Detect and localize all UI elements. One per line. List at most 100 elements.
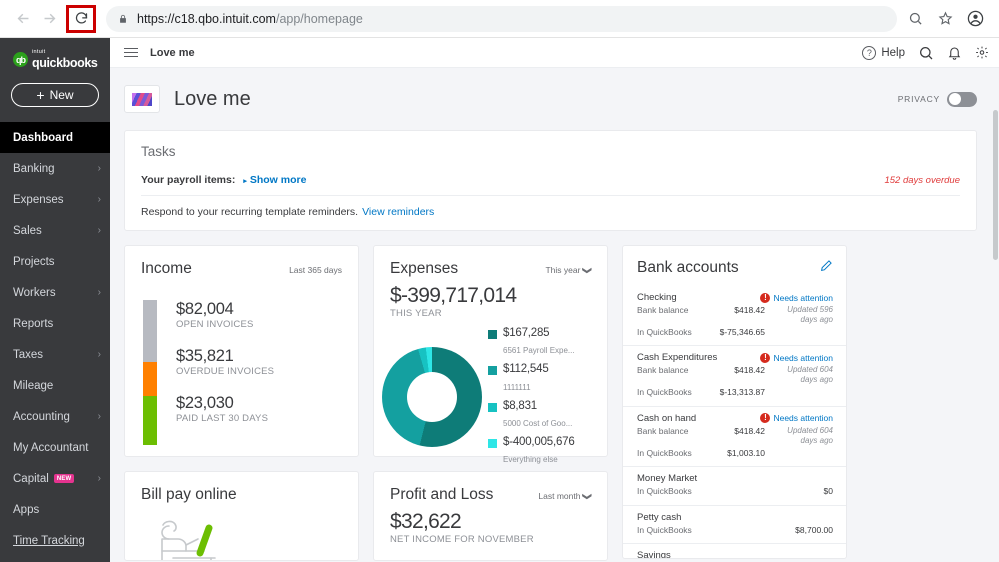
search-icon[interactable] — [918, 45, 934, 61]
expenses-card-header: Expenses This year❯ — [374, 246, 607, 278]
legend-item[interactable]: $167,285 6561 Payroll Expe... — [488, 327, 575, 358]
expenses-title: Expenses — [390, 260, 458, 278]
legend-item[interactable]: $112,545 1111111 — [488, 363, 575, 394]
bank-account-row[interactable]: Petty cash In QuickBooks $8,700.00 — [623, 505, 846, 543]
bank-balance-label: Bank balance — [637, 365, 711, 385]
legend-swatch — [488, 330, 497, 339]
bar-segment-paid-last-30-days — [143, 396, 157, 445]
sidebar-item-capital[interactable]: Capital NEW › — [0, 463, 110, 494]
needs-attention-badge[interactable]: ! Needs attention — [760, 293, 833, 303]
income-amount: $23,030 — [176, 394, 274, 413]
needs-attention-badge[interactable]: ! Needs attention — [760, 413, 833, 423]
page-title: Love me — [174, 88, 251, 111]
legend-item[interactable]: $8,831 5000 Cost of Goo... — [488, 400, 575, 431]
browser-actions — [901, 5, 989, 33]
income-row[interactable]: $35,821 OVERDUE INVOICES — [176, 347, 274, 377]
page-scrollbar[interactable] — [993, 110, 998, 260]
forward-icon[interactable] — [36, 6, 62, 32]
bank-account-row[interactable]: Cash on hand ! Needs attention Bank bala… — [623, 406, 846, 466]
sidebar-item-expenses[interactable]: Expenses › — [0, 184, 110, 215]
privacy-toggle[interactable] — [947, 92, 977, 107]
help-label: Help — [881, 47, 905, 59]
income-amount: $82,004 — [176, 300, 274, 319]
privacy-label: PRIVACY — [898, 94, 940, 104]
sidebar-item-taxes[interactable]: Taxes › — [0, 339, 110, 370]
sidebar-item-apps[interactable]: Apps — [0, 494, 110, 525]
company-logo[interactable] — [124, 85, 160, 113]
bank-balance-value: $418.42 — [711, 305, 765, 325]
dashboard-content: Tasks Your payroll items: ▸Show more 152… — [110, 130, 999, 561]
bank-account-row[interactable]: Money Market In QuickBooks $0 — [623, 466, 846, 504]
sidebar-item-label: Projects — [13, 256, 55, 268]
bank-account-row[interactable]: Checking ! Needs attention Bank balance … — [623, 286, 846, 345]
expenses-donut-chart[interactable] — [382, 347, 482, 447]
sidebar-item-projects[interactable]: Projects — [0, 246, 110, 277]
in-quickbooks-label: In QuickBooks — [637, 327, 711, 338]
income-row[interactable]: $23,030 PAID LAST 30 DAYS — [176, 394, 274, 424]
pnl-sub: NET INCOME FOR NOVEMBER — [374, 533, 607, 545]
legend-amount: $-400,005,676 — [503, 436, 575, 449]
star-icon[interactable] — [931, 5, 959, 33]
sidebar-item-label: Mileage — [13, 380, 53, 392]
needs-attention-label: Needs attention — [773, 413, 833, 423]
bank-account-row[interactable]: Savings In QuickBooks $5,476.28 — [623, 543, 846, 559]
income-body: $82,004 OPEN INVOICES $35,821 OVERDUE IN… — [125, 278, 358, 445]
new-button[interactable]: + New — [11, 83, 99, 107]
zoom-search-icon[interactable] — [901, 5, 929, 33]
legend-swatch — [488, 439, 497, 448]
income-period[interactable]: Last 365 days — [289, 265, 342, 275]
reload-icon[interactable] — [74, 11, 89, 26]
privacy-toggle-group[interactable]: PRIVACY — [898, 92, 977, 107]
in-quickbooks-value: $1,003.10 — [711, 448, 765, 459]
settings-gear-icon[interactable] — [975, 45, 989, 60]
legend-item[interactable]: $-400,005,676 Everything else — [488, 436, 575, 467]
hamburger-icon[interactable] — [124, 48, 138, 58]
pnl-period-dropdown[interactable]: Last month❯ — [538, 491, 591, 502]
url-host: https://c18.qbo.intuit.com — [137, 12, 276, 26]
sidebar-item-sales[interactable]: Sales › — [0, 215, 110, 246]
expenses-period-dropdown[interactable]: This year❯ — [545, 265, 591, 276]
bill-pay-card[interactable]: Bill pay online — [124, 471, 359, 561]
reload-button-highlight[interactable] — [66, 5, 96, 33]
overdue-status: 152 days overdue — [884, 175, 960, 186]
bank-updated-spacer — [771, 387, 833, 398]
task-label: Your payroll items: — [141, 174, 235, 186]
legend-label: 1111111 — [503, 383, 531, 392]
sidebar-item-reports[interactable]: Reports — [0, 308, 110, 339]
chevron-right-icon: › — [98, 412, 101, 422]
topbar-company-title: Love me — [150, 47, 195, 59]
bank-account-name: Cash Expenditures — [637, 352, 717, 363]
sidebar-item-my-accountant[interactable]: My Accountant — [0, 432, 110, 463]
quickbooks-logo[interactable]: qb intuit quickbooks — [0, 38, 110, 69]
bank-account-name: Money Market — [637, 473, 697, 484]
app-shell: qb intuit quickbooks + New Dashboard Ban… — [0, 38, 999, 562]
show-more-link[interactable]: ▸Show more — [243, 174, 306, 186]
sidebar-item-accounting[interactable]: Accounting › — [0, 401, 110, 432]
bank-accounts-card: Bank accounts Checking ! — [622, 245, 847, 559]
chevron-right-icon: › — [98, 226, 101, 236]
bank-updated-spacer — [771, 327, 833, 338]
sidebar-item-time-tracking[interactable]: Time Tracking — [0, 525, 110, 556]
bank-account-row[interactable]: Cash Expenditures ! Needs attention Bank… — [623, 345, 846, 405]
back-icon[interactable] — [10, 6, 36, 32]
sidebar-item-dashboard[interactable]: Dashboard — [0, 122, 110, 153]
sidebar: qb intuit quickbooks + New Dashboard Ban… — [0, 38, 110, 562]
bank-account-name: Savings — [637, 550, 671, 559]
lock-icon — [118, 14, 128, 24]
pencil-edit-icon[interactable] — [820, 259, 833, 277]
bank-updated-text: Updated 604 days ago — [771, 426, 833, 446]
notifications-bell-icon[interactable] — [947, 45, 962, 61]
address-bar[interactable]: https://c18.qbo.intuit.com/app/homepage — [106, 6, 897, 32]
help-button[interactable]: ? Help — [862, 46, 905, 60]
in-quickbooks-value: $8,700.00 — [711, 525, 833, 536]
sidebar-item-mileage[interactable]: Mileage — [0, 370, 110, 401]
needs-attention-badge[interactable]: ! Needs attention — [760, 353, 833, 363]
view-reminders-link[interactable]: View reminders — [362, 206, 434, 218]
sidebar-item-workers[interactable]: Workers › — [0, 277, 110, 308]
new-button-label: New — [50, 88, 74, 102]
sidebar-item-banking[interactable]: Banking › — [0, 153, 110, 184]
account-icon[interactable] — [961, 5, 989, 33]
sidebar-item-label: Reports — [13, 318, 53, 330]
in-quickbooks-value: $-75,346.65 — [711, 327, 765, 338]
income-row[interactable]: $82,004 OPEN INVOICES — [176, 300, 274, 330]
